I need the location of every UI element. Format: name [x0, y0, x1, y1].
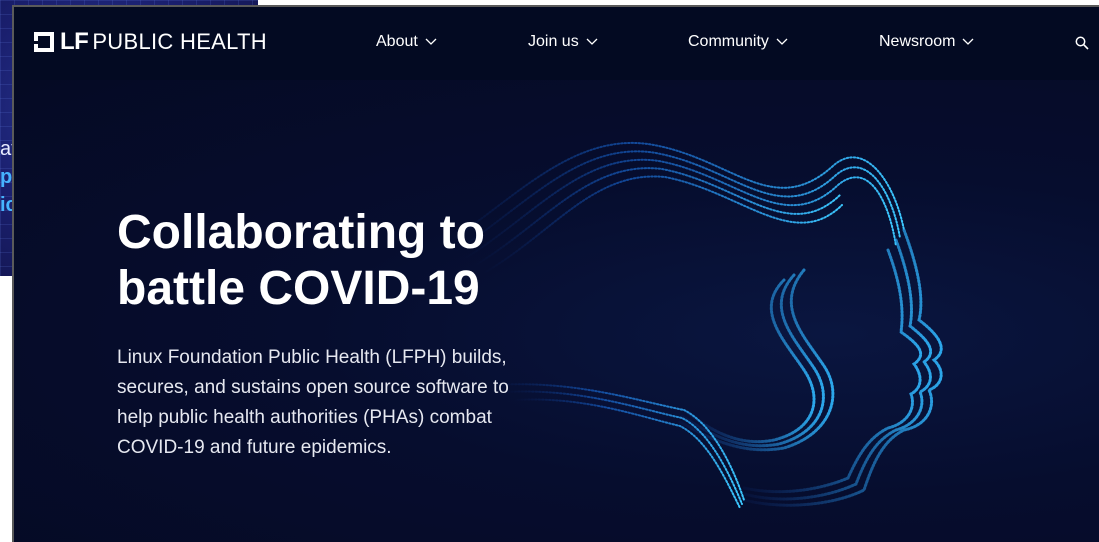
chevron-down-icon — [586, 33, 598, 51]
nav-item-newsroom[interactable]: Newsroom — [879, 33, 974, 51]
search-icon[interactable] — [1075, 36, 1089, 55]
hero-description: Linux Foundation Public Health (LFPH) bu… — [117, 347, 509, 458]
nav-item-about[interactable]: About — [376, 33, 437, 51]
background-text-fragment: p — [0, 166, 13, 188]
chevron-down-icon — [425, 33, 437, 51]
site-header: LF PUBLIC HEALTH About Join us Community… — [14, 7, 1099, 80]
nav-item-join-us[interactable]: Join us — [528, 33, 598, 51]
logo-mark-text: LF — [60, 28, 89, 55]
hero-section: Collaborating to battle COVID-19 Linux F… — [14, 80, 1099, 542]
logo-name-text: PUBLIC HEALTH — [92, 29, 267, 54]
chevron-down-icon — [776, 33, 788, 51]
chevron-down-icon — [962, 33, 974, 51]
nav-item-label: Join us — [528, 33, 579, 50]
nav-item-label: About — [376, 33, 418, 50]
hero-headline: Collaborating to battle COVID-19 — [117, 206, 485, 315]
nav-item-community[interactable]: Community — [688, 33, 788, 51]
nav-item-label: Community — [688, 33, 769, 50]
lf-square-icon — [34, 32, 54, 52]
browser-window: LF PUBLIC HEALTH About Join us Community… — [12, 5, 1099, 542]
nav-item-label: Newsroom — [879, 33, 956, 50]
site-logo[interactable]: LF PUBLIC HEALTH — [34, 28, 267, 55]
